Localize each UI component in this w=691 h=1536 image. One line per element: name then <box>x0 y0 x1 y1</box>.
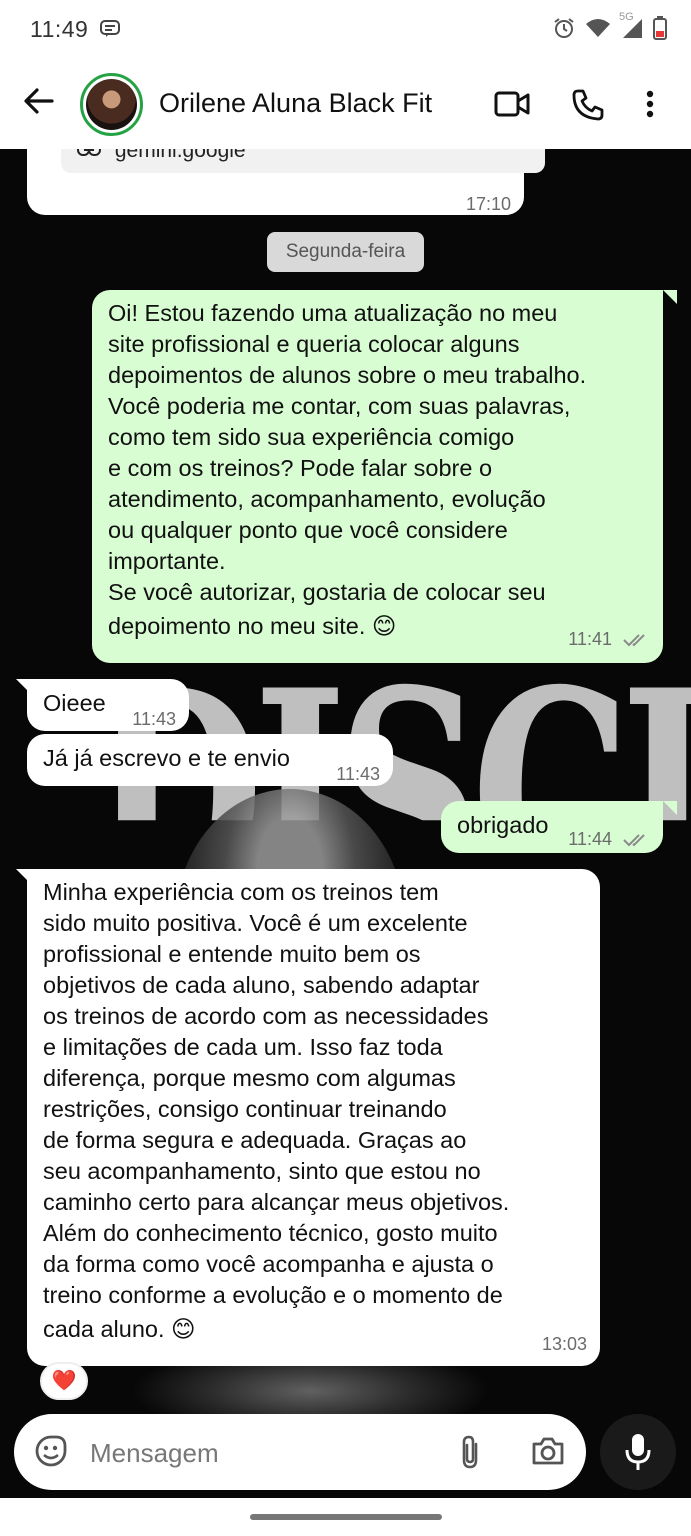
wallpaper-hand <box>130 1359 490 1414</box>
message-line: cada aluno. 😊 <box>43 1316 196 1342</box>
system-nav-bar <box>0 1498 691 1536</box>
message-input[interactable]: Mensagem <box>14 1414 586 1490</box>
message-line: caminho certo para alcançar meus objetiv… <box>43 1189 510 1215</box>
message-bubble-outgoing[interactable]: Oi! Estou fazendo uma atualização no meu… <box>92 290 663 663</box>
message-time: 11:43 <box>132 709 176 729</box>
message-time: 11:41 <box>568 629 612 649</box>
message-bubble-incoming[interactable]: Já já escrevo e te envio 11:43 <box>27 734 393 786</box>
message-bubble-link[interactable]: gemini.google 17:10 <box>27 149 545 215</box>
message-time: 11:43 <box>336 764 380 784</box>
message-line: de forma segura e adequada. Graças ao <box>43 1127 467 1153</box>
heart-reaction-badge[interactable]: ❤️ <box>40 1362 88 1400</box>
link-icon <box>77 149 101 156</box>
message-line: diferença, porque mesmo com algumas <box>43 1065 456 1091</box>
message-notification-icon <box>100 20 120 43</box>
message-line: profissional e entende muito bem os <box>43 941 421 967</box>
back-arrow-icon[interactable] <box>22 84 56 118</box>
message-line: como tem sido sua experiência comigo <box>108 424 515 450</box>
chat-area[interactable]: DISCIPLINE gemini.google 17:10 Segunda-f… <box>0 149 691 1414</box>
message-time: 13:03 <box>541 1334 587 1354</box>
message-line: da forma como você acompanha e ajusta o <box>43 1251 494 1277</box>
phone-call-icon[interactable] <box>571 88 605 127</box>
message-time: 17:10 <box>465 194 511 214</box>
read-ticks-icon <box>623 834 645 847</box>
message-line: depoimento no meu site. 😊 <box>108 613 397 639</box>
message-text: Oieee <box>43 690 106 716</box>
bubble-tail <box>663 290 677 304</box>
date-separator: Segunda-feira <box>267 232 424 272</box>
message-line: Minha experiência com os treinos tem <box>43 879 439 905</box>
message-line: seu acompanhamento, sinto que estou no <box>43 1158 481 1184</box>
link-domain: gemini.google <box>114 149 246 162</box>
message-line: e com os treinos? Pode falar sobre o <box>108 455 493 481</box>
microphone-icon <box>625 1434 651 1470</box>
message-line: site profissional e queria colocar algun… <box>108 331 520 357</box>
read-ticks-icon <box>623 634 645 647</box>
message-line: Oi! Estou fazendo uma atualização no meu <box>108 300 558 326</box>
message-line: Além do conhecimento técnico, gosto muit… <box>43 1220 498 1246</box>
message-line: importante. <box>108 548 226 574</box>
more-options-icon[interactable] <box>645 90 655 123</box>
message-line: os treinos de acordo com as necessidades <box>43 1003 489 1029</box>
battery-icon <box>653 16 667 45</box>
message-line: treino conforme a evolução e o momento d… <box>43 1282 503 1308</box>
network-type: 5G <box>619 11 634 23</box>
message-line: depoimentos de alunos sobre o meu trabal… <box>108 362 587 388</box>
status-time: 11:49 <box>30 16 89 42</box>
heart-icon: ❤️ <box>51 1370 77 1392</box>
voice-message-button[interactable] <box>600 1414 676 1490</box>
sticker-emoji-icon[interactable] <box>34 1434 68 1473</box>
message-line: Você poderia me contar, com suas palavra… <box>108 393 571 419</box>
video-call-icon[interactable] <box>494 90 530 123</box>
message-line: restrições, consigo continuar treinando <box>43 1096 447 1122</box>
message-bubble-incoming[interactable]: Oieee 11:43 <box>27 679 189 731</box>
alarm-icon <box>553 17 575 44</box>
home-gesture-pill[interactable] <box>250 1514 442 1520</box>
contact-name[interactable]: Orilene Aluna Black Fit <box>159 88 432 119</box>
message-line: objetivos de cada aluno, sabendo adaptar <box>43 972 480 998</box>
wifi-icon <box>585 18 611 43</box>
message-text: obrigado <box>457 812 549 838</box>
message-bubble-outgoing[interactable]: obrigado 11:44 <box>441 801 663 853</box>
message-input-placeholder: Mensagem <box>90 1438 219 1468</box>
camera-icon[interactable] <box>531 1436 565 1471</box>
message-status: 11:44 <box>568 824 649 855</box>
contact-avatar[interactable] <box>80 73 143 136</box>
message-status: 11:41 <box>568 624 649 655</box>
message-line: Se você autorizar, gostaria de colocar s… <box>108 579 546 605</box>
message-line: ou qualquer ponto que você considere <box>108 517 508 543</box>
status-bar: 11:49 5G <box>0 0 691 60</box>
message-line: sido muito positiva. Você é um excelente <box>43 910 468 936</box>
message-time: 11:44 <box>568 829 612 849</box>
message-bubble-incoming[interactable]: Minha experiência com os treinos tem sid… <box>27 869 600 1366</box>
attachment-icon[interactable] <box>458 1434 482 1475</box>
chat-header: Orilene Aluna Black Fit <box>0 60 691 149</box>
message-text: Já já escrevo e te envio <box>43 745 290 771</box>
message-line: atendimento, acompanhamento, evolução <box>108 486 546 512</box>
message-line: e limitações de cada um. Isso faz toda <box>43 1034 443 1060</box>
bubble-tail <box>663 801 677 815</box>
link-preview-card[interactable]: gemini.google <box>61 149 545 173</box>
signal-icon: 5G <box>619 11 643 44</box>
